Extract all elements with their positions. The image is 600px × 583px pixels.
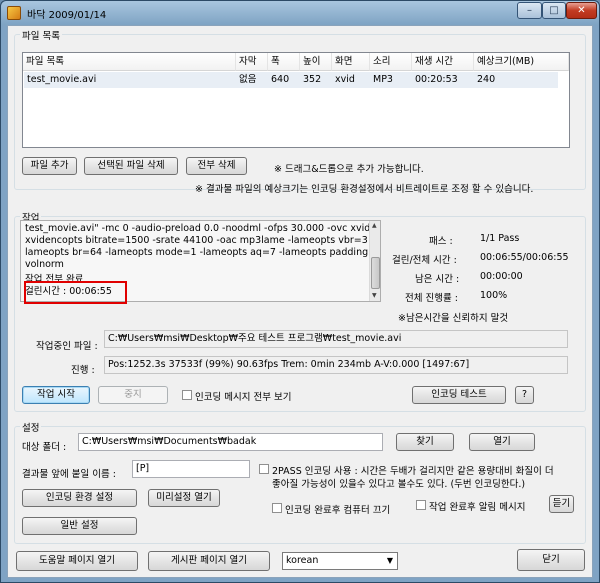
language-select[interactable]: korean ▼	[282, 552, 398, 570]
scroll-thumb[interactable]	[371, 257, 380, 289]
pass-value: 1/1 Pass	[480, 233, 520, 244]
remaining-label: 남은 시간 :	[415, 274, 460, 285]
start-job-button[interactable]: 작업 시작	[22, 386, 90, 404]
two-pass-label-line1: 2PASS 인코딩 사용 : 시간은 두배가 걸리지만 같은 용량대비 화질이 …	[272, 466, 554, 477]
progress-row-label: 진행 :	[71, 365, 95, 376]
scroll-down-icon[interactable]: ▼	[372, 292, 377, 299]
prefix-label: 결과물 앞에 붙일 이름 :	[22, 469, 116, 480]
title-bar[interactable]: 바닥 2009/01/14 – □ ✕	[1, 1, 599, 25]
cell-video-codec: xvid	[335, 74, 355, 85]
progress-status-field: Pos:1252.3s 37533f (99%) 90.63fps Trem: …	[104, 356, 568, 374]
remaining-value: 00:00:00	[480, 271, 523, 282]
size-note: ※ 결과물 파일의 예상크기는 인코딩 환경설정에서 비트레이트로 조정 할 수…	[195, 184, 534, 195]
show-all-messages-checkbox[interactable]	[182, 390, 192, 400]
stop-job-button[interactable]: 중지	[98, 386, 168, 404]
prefix-input[interactable]: [P]	[132, 460, 250, 478]
general-settings-button[interactable]: 일반 설정	[22, 517, 137, 535]
add-file-button[interactable]: 파일 추가	[22, 157, 77, 175]
cell-width: 640	[271, 74, 290, 85]
table-row[interactable]: test_movie.avi 없음 640 352 xvid MP3 00:20…	[24, 72, 558, 88]
maximize-button[interactable]: □	[542, 2, 566, 19]
column-header-estimated-size[interactable]: 예상크기(MB)	[474, 53, 569, 71]
cell-estimated-size: 240	[477, 74, 496, 85]
cell-filename: test_movie.avi	[27, 74, 97, 85]
remaining-time-note: ※남은시간을 신뢰하지 말것	[398, 313, 509, 324]
column-header-filename[interactable]: 파일 목록	[23, 53, 236, 71]
overall-progress-label: 전체 진행률 :	[405, 293, 458, 304]
open-folder-button[interactable]: 열기	[469, 433, 535, 451]
board-page-button[interactable]: 게시판 페이지 열기	[148, 551, 270, 571]
column-header-width[interactable]: 폭	[268, 53, 300, 71]
column-header-height[interactable]: 높이	[300, 53, 332, 71]
overall-progress-value: 100%	[480, 290, 508, 301]
shutdown-after-label: 인코딩 완료후 컴퓨터 끄기	[285, 505, 391, 516]
help-page-button[interactable]: 도움말 페이지 열기	[16, 551, 138, 571]
chevron-down-icon: ▼	[386, 556, 393, 565]
encode-test-button[interactable]: 인코딩 테스트	[412, 386, 506, 404]
elapsed-value: 00:06:55/00:06:55	[480, 252, 569, 263]
cell-subtitle: 없음	[239, 74, 257, 85]
log-line: lameopts br=64 -lameopts mode=1 -lameopt…	[25, 247, 381, 258]
app-icon	[7, 6, 21, 20]
help-button[interactable]: ?	[515, 386, 534, 404]
show-all-messages-label: 인코딩 메시지 전부 보기	[195, 392, 292, 403]
log-line: xvidencopts bitrate=1500 -srate 44100 -o…	[25, 235, 375, 246]
column-header-duration[interactable]: 재생 시간	[412, 53, 474, 71]
pass-label: 패스 :	[429, 236, 453, 247]
two-pass-label-line2: 좋아질 가능성이 있을수 있다고 볼수도 있다. (두번 인코딩한다.)	[272, 479, 526, 490]
open-preset-button[interactable]: 미리설정 열기	[148, 489, 220, 507]
scroll-up-icon[interactable]: ▲	[372, 222, 377, 229]
app-window: 바닥 2009/01/14 – □ ✕ 파일 목록 파일 목록 자막 폭 높이 …	[0, 0, 600, 583]
cell-height: 352	[303, 74, 322, 85]
log-scrollbar[interactable]: ▲ ▼	[369, 221, 380, 301]
drag-drop-note: ※ 드래그&드롭으로 추가 가능합니다.	[274, 164, 424, 175]
encoding-settings-button[interactable]: 인코딩 환경 설정	[22, 489, 137, 507]
two-pass-checkbox[interactable]	[259, 464, 269, 474]
target-folder-label: 대상 폴더 :	[22, 442, 67, 453]
window-title: 바닥 2009/01/14	[27, 10, 107, 21]
target-folder-input[interactable]: C:₩Users₩msi₩Documents₩badak	[78, 433, 383, 451]
alert-after-checkbox[interactable]	[416, 500, 426, 510]
shutdown-after-checkbox[interactable]	[272, 503, 282, 513]
file-list-group-label: 파일 목록	[20, 28, 62, 42]
cell-audio-codec: MP3	[373, 74, 393, 85]
log-line: volnorm	[25, 259, 64, 270]
delete-all-button[interactable]: 전부 삭제	[186, 157, 247, 175]
log-line: test_movie.avi" -mc 0 -audio-preload 0.0…	[25, 223, 377, 234]
close-window-button[interactable]: ✕	[566, 2, 597, 19]
listen-button[interactable]: 듣기	[549, 495, 574, 513]
elapsed-label: 걸린/전체 시간 :	[392, 255, 457, 266]
column-header-audio[interactable]: 소리	[370, 53, 412, 71]
language-select-value: korean	[286, 555, 319, 566]
current-file-label: 작업중인 파일 :	[36, 341, 98, 352]
elapsed-time-highlight	[24, 281, 127, 304]
browse-button[interactable]: 찾기	[396, 433, 454, 451]
file-list[interactable]: 파일 목록 자막 폭 높이 화면 소리 재생 시간 예상크기(MB) test_…	[22, 52, 570, 148]
client-area: 파일 목록 파일 목록 자막 폭 높이 화면 소리 재생 시간 예상크기(MB)…	[7, 25, 593, 578]
column-header-video[interactable]: 화면	[332, 53, 370, 71]
column-header-subtitle[interactable]: 자막	[236, 53, 268, 71]
settings-group-label: 설정	[20, 420, 42, 434]
delete-selected-button[interactable]: 선택된 파일 삭제	[84, 157, 178, 175]
current-file-field: C:₩Users₩msi₩Desktop₩주요 테스트 프로그램₩test_mo…	[104, 330, 568, 348]
cell-duration: 00:20:53	[415, 74, 458, 85]
alert-after-label: 작업 완료후 알림 메시지	[429, 502, 526, 513]
close-button[interactable]: 닫기	[517, 549, 585, 571]
minimize-button[interactable]: –	[517, 2, 542, 19]
